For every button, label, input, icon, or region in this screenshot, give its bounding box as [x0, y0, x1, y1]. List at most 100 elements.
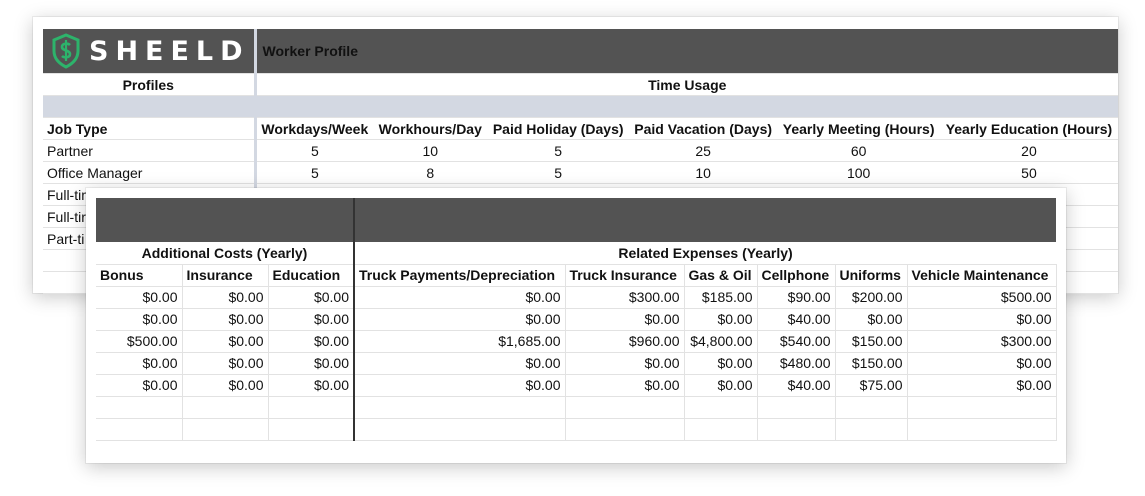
- additional-cost-cell[interactable]: $0.00: [96, 374, 183, 397]
- table-row: $0.00 $0.00 $0.00 $0.00 $300.00 $185.00 $90.00…: [96, 286, 1057, 309]
- additional-cost-cell[interactable]: $0.00: [268, 374, 355, 397]
- related-expense-cell[interactable]: [907, 418, 1057, 441]
- additional-cost-cell[interactable]: [268, 418, 355, 441]
- job-type-cell[interactable]: Office Manager: [43, 161, 257, 184]
- additional-cost-cell[interactable]: $0.00: [268, 352, 355, 375]
- related-expense-cell[interactable]: [565, 418, 685, 441]
- additional-cost-cell[interactable]: [182, 418, 269, 441]
- table-row: [96, 418, 1057, 441]
- related-expense-cell[interactable]: $0.00: [354, 286, 566, 309]
- time-usage-cell[interactable]: 5: [487, 161, 629, 184]
- related-expense-cell[interactable]: $1,685.00: [354, 330, 566, 353]
- job-type-cell[interactable]: Partner: [43, 139, 257, 162]
- table-row: Partner 5 10 5 25 60 20: [43, 139, 1118, 162]
- additional-cost-cell[interactable]: [268, 396, 355, 419]
- additional-cost-cell[interactable]: [182, 396, 269, 419]
- related-expense-cell[interactable]: [684, 396, 758, 419]
- logo-text: SHEELD: [89, 35, 250, 67]
- section-related-expenses: Related Expenses (Yearly): [354, 242, 1056, 265]
- time-usage-cell[interactable]: 5: [255, 139, 374, 162]
- related-expense-cell[interactable]: $480.00: [757, 352, 836, 375]
- costs-banner: [96, 198, 1056, 242]
- table-row: [96, 396, 1057, 419]
- costs-rows: $0.00 $0.00 $0.00 $0.00 $300.00 $185.00 $90.00…: [96, 286, 1057, 441]
- related-expense-cell[interactable]: [835, 418, 908, 441]
- related-expense-cell[interactable]: [757, 396, 836, 419]
- additional-cost-cell[interactable]: $0.00: [96, 286, 183, 309]
- time-usage-cell[interactable]: 100: [777, 161, 940, 184]
- logo-cell: SHEELD: [43, 29, 257, 74]
- costs-sheet: Additional Costs (Yearly) Related Expens…: [86, 188, 1066, 463]
- related-expense-cell[interactable]: $540.00: [757, 330, 836, 353]
- additional-cost-cell[interactable]: [96, 418, 183, 441]
- related-expense-cell[interactable]: $300.00: [907, 330, 1057, 353]
- related-expense-cell[interactable]: $185.00: [684, 286, 758, 309]
- additional-cost-cell[interactable]: $0.00: [182, 330, 269, 353]
- costs-header-cell: Bonus: [96, 264, 183, 287]
- time-usage-cell[interactable]: 5: [255, 161, 374, 184]
- related-expense-cell[interactable]: $0.00: [684, 308, 758, 331]
- time-usage-cell[interactable]: 60: [777, 139, 940, 162]
- related-expense-cell[interactable]: $0.00: [907, 352, 1057, 375]
- related-expense-cell[interactable]: $0.00: [354, 308, 566, 331]
- costs-header-cell: Uniforms: [835, 264, 908, 287]
- time-usage-cell[interactable]: 50: [939, 161, 1118, 184]
- section-profiles: Profiles: [43, 73, 257, 96]
- section-time-usage: Time Usage: [255, 73, 1118, 96]
- table-row: $0.00 $0.00 $0.00 $0.00 $0.00 $0.00 $40.00 $75.…: [96, 374, 1057, 397]
- related-expense-cell[interactable]: $40.00: [757, 308, 836, 331]
- additional-cost-cell[interactable]: $0.00: [182, 374, 269, 397]
- additional-cost-cell[interactable]: $500.00: [96, 330, 183, 353]
- time-usage-cell[interactable]: 20: [939, 139, 1118, 162]
- additional-cost-cell[interactable]: $0.00: [182, 308, 269, 331]
- logo: SHEELD: [47, 29, 250, 73]
- related-expense-cell[interactable]: $150.00: [835, 352, 908, 375]
- section-additional-costs: Additional Costs (Yearly): [96, 242, 355, 265]
- table-row: Office Manager 5 8 5 10 100 50: [43, 161, 1118, 184]
- additional-cost-cell[interactable]: $0.00: [182, 286, 269, 309]
- related-expense-cell[interactable]: [684, 418, 758, 441]
- related-expense-cell[interactable]: $960.00: [565, 330, 685, 353]
- costs-table: Additional Costs (Yearly) Related Expens…: [96, 198, 1057, 441]
- related-expense-cell[interactable]: $4,800.00: [684, 330, 758, 353]
- related-expense-cell[interactable]: $0.00: [684, 374, 758, 397]
- time-usage-cell[interactable]: 5: [487, 139, 629, 162]
- related-expense-cell[interactable]: $90.00: [757, 286, 836, 309]
- time-usage-cell[interactable]: 10: [628, 161, 778, 184]
- related-expense-cell[interactable]: $75.00: [835, 374, 908, 397]
- additional-cost-cell[interactable]: $0.00: [96, 308, 183, 331]
- related-expense-cell[interactable]: [354, 418, 566, 441]
- page-title: Worker Profile: [255, 29, 1118, 74]
- related-expense-cell[interactable]: $0.00: [565, 308, 685, 331]
- costs-header-row: Bonus Insurance Education Truck Payments/De…: [96, 264, 1057, 287]
- related-expense-cell[interactable]: $0.00: [565, 374, 685, 397]
- additional-cost-cell[interactable]: $0.00: [268, 308, 355, 331]
- related-expense-cell[interactable]: $500.00: [907, 286, 1057, 309]
- additional-cost-cell[interactable]: $0.00: [268, 330, 355, 353]
- related-expense-cell[interactable]: $40.00: [757, 374, 836, 397]
- related-expense-cell[interactable]: $200.00: [835, 286, 908, 309]
- related-expense-cell[interactable]: $0.00: [565, 352, 685, 375]
- related-expense-cell[interactable]: $150.00: [835, 330, 908, 353]
- time-usage-cell[interactable]: 10: [373, 139, 488, 162]
- additional-cost-cell[interactable]: $0.00: [96, 352, 183, 375]
- related-expense-cell[interactable]: $0.00: [835, 308, 908, 331]
- related-expense-cell[interactable]: $300.00: [565, 286, 685, 309]
- related-expense-cell[interactable]: [757, 418, 836, 441]
- additional-cost-cell[interactable]: [96, 396, 183, 419]
- additional-cost-cell[interactable]: $0.00: [268, 286, 355, 309]
- related-expense-cell[interactable]: $0.00: [354, 374, 566, 397]
- time-usage-cell[interactable]: 8: [373, 161, 488, 184]
- related-expense-cell[interactable]: [835, 396, 908, 419]
- related-expense-cell[interactable]: [354, 396, 566, 419]
- additional-cost-cell[interactable]: $0.00: [182, 352, 269, 375]
- related-expense-cell[interactable]: $0.00: [354, 352, 566, 375]
- header-paid-holiday: Paid Holiday (Days): [487, 117, 629, 140]
- related-expense-cell[interactable]: $0.00: [907, 374, 1057, 397]
- time-usage-cell[interactable]: 25: [628, 139, 778, 162]
- related-expense-cell[interactable]: [907, 396, 1057, 419]
- header-yearly-meeting: Yearly Meeting (Hours): [777, 117, 940, 140]
- related-expense-cell[interactable]: $0.00: [684, 352, 758, 375]
- related-expense-cell[interactable]: [565, 396, 685, 419]
- related-expense-cell[interactable]: $0.00: [907, 308, 1057, 331]
